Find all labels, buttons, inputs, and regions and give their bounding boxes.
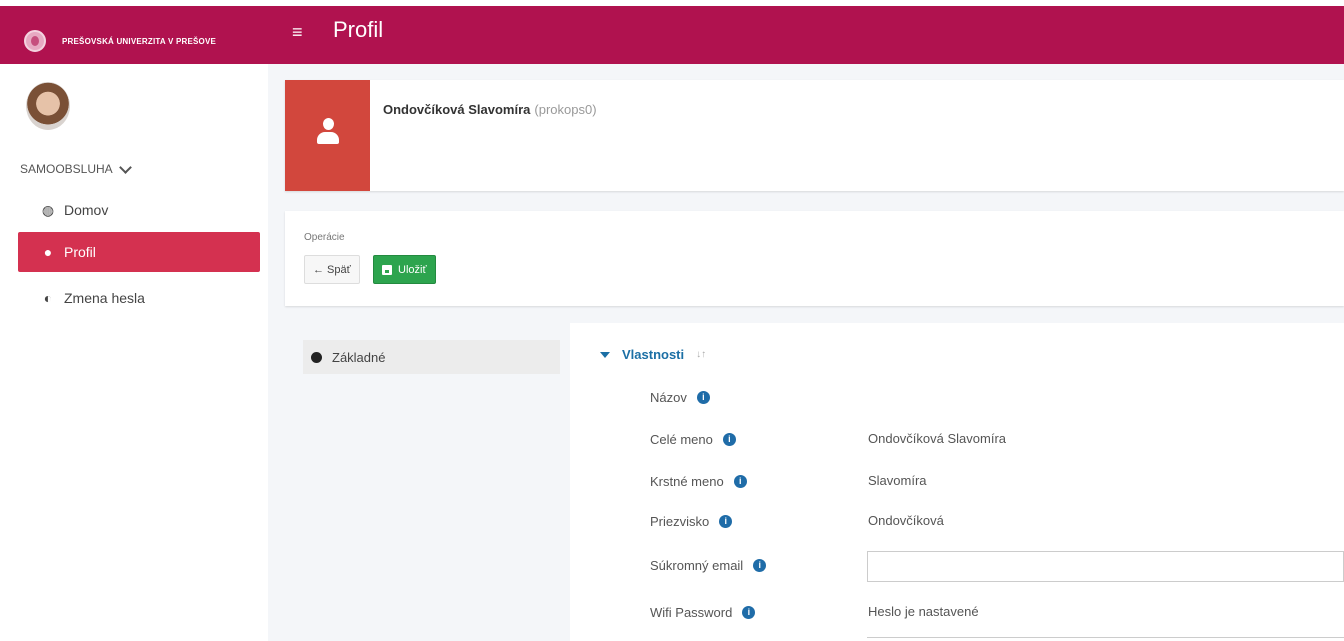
caret-down-icon bbox=[600, 351, 610, 358]
next-input-edge[interactable] bbox=[867, 637, 1344, 641]
brand[interactable]: PREŠOVSKÁ UNIVERZITA V PREŠOVE bbox=[0, 12, 268, 70]
sidebar-item-profil[interactable]: ● Profil bbox=[18, 232, 260, 272]
university-name: PREŠOVSKÁ UNIVERZITA V PREŠOVE bbox=[62, 36, 217, 46]
sidebar-section-label: SAMOOBSLUHA bbox=[20, 162, 113, 176]
field-label: Priezvisko bbox=[650, 513, 710, 529]
field-label: Krstné meno bbox=[650, 473, 724, 489]
user-icon bbox=[316, 118, 340, 146]
field-row-sukromny-email: Súkromný email i bbox=[650, 555, 767, 575]
chevron-down-icon bbox=[118, 160, 132, 174]
profile-name: Ondovčíková Slavomíra (prokops0) bbox=[383, 102, 597, 117]
back-button[interactable]: ← Späť bbox=[304, 255, 360, 284]
sidebar-item-label: Domov bbox=[64, 202, 109, 218]
field-label: Wifi Password bbox=[650, 604, 733, 620]
info-icon[interactable]: i bbox=[696, 390, 710, 404]
top-bar: PREŠOVSKÁ UNIVERZITA V PREŠOVE bbox=[0, 0, 1344, 64]
bullet-icon bbox=[311, 351, 322, 363]
info-icon[interactable]: i bbox=[733, 474, 747, 488]
dashboard-icon: ◍ bbox=[41, 201, 55, 218]
field-value: Heslo je nastavené bbox=[868, 604, 979, 619]
info-icon[interactable]: i bbox=[719, 514, 733, 528]
sort-icon[interactable]: ↓↑ bbox=[696, 349, 706, 360]
section-nav-zakladne[interactable]: Základné bbox=[303, 340, 560, 374]
page-title: Profil bbox=[333, 17, 384, 42]
profile-full-name: Ondovčíková Slavomíra bbox=[383, 102, 531, 117]
profile-form: Vlastnosti ↓↑ Názov i Celé meno i Ondovč… bbox=[570, 323, 1344, 641]
info-icon[interactable]: i bbox=[722, 432, 736, 446]
user-icon: ● bbox=[43, 244, 53, 260]
field-label: Celé meno bbox=[650, 431, 713, 447]
group-title: Vlastnosti bbox=[622, 347, 685, 362]
info-icon[interactable]: i bbox=[753, 558, 767, 572]
university-logo-icon bbox=[24, 30, 46, 52]
section-nav-label: Základné bbox=[332, 349, 386, 365]
profile-login: (prokops0) bbox=[534, 102, 597, 117]
save-icon bbox=[382, 264, 392, 275]
sidebar-item-label: Profil bbox=[64, 244, 96, 260]
profile-card: Ondovčíková Slavomíra (prokops0) bbox=[285, 80, 1344, 191]
field-value: Ondovčíková bbox=[868, 513, 944, 528]
back-label: ← Späť bbox=[313, 263, 351, 276]
info-icon[interactable]: i bbox=[742, 605, 756, 619]
operations-label: Operácie bbox=[304, 232, 345, 243]
field-value: Ondovčíková Slavomíra bbox=[868, 431, 1007, 446]
field-value: Slavomíra bbox=[868, 473, 927, 488]
private-email-input[interactable] bbox=[867, 551, 1344, 582]
profile-photo[interactable] bbox=[285, 80, 370, 191]
sidebar-item-domov[interactable]: ◍ Domov bbox=[18, 190, 260, 230]
field-row-krstne-meno: Krstné meno i bbox=[650, 471, 747, 491]
hamburger-menu-icon[interactable]: ≡ bbox=[292, 22, 303, 43]
operations-card: Operácie ← Späť Uložiť bbox=[285, 211, 1344, 306]
sidebar-section-toggle[interactable]: SAMOOBSLUHA bbox=[20, 160, 132, 176]
sidebar-item-label: Zmena hesla bbox=[64, 290, 145, 306]
avatar[interactable] bbox=[26, 82, 70, 130]
sidebar: SAMOOBSLUHA ◍ Domov ● Profil ◐ Zmena hes… bbox=[0, 64, 268, 641]
shield-icon: ◐ bbox=[43, 290, 53, 306]
save-button[interactable]: Uložiť bbox=[373, 255, 436, 284]
sidebar-item-zmena-hesla[interactable]: ◐ Zmena hesla bbox=[18, 278, 260, 318]
properties-group-toggle[interactable]: Vlastnosti ↓↑ bbox=[600, 347, 706, 362]
field-row-cele-meno: Celé meno i bbox=[650, 429, 736, 449]
field-row-wifi-password: Wifi Password i bbox=[650, 602, 756, 622]
save-label: Uložiť bbox=[398, 263, 427, 276]
field-row-priezvisko: Priezvisko i bbox=[650, 511, 733, 531]
field-row-nazov: Názov i bbox=[650, 387, 710, 407]
field-label: Súkromný email bbox=[650, 557, 744, 573]
field-label: Názov bbox=[650, 389, 687, 405]
